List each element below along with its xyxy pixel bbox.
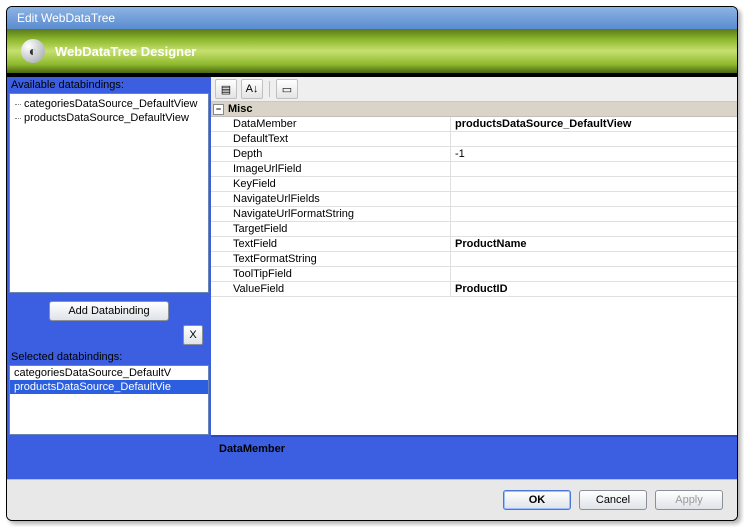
property-name: Depth <box>211 147 451 161</box>
property-pages-icon[interactable]: ▭ <box>276 79 298 99</box>
collapse-icon[interactable]: − <box>213 104 224 115</box>
property-value[interactable] <box>451 207 737 221</box>
left-panel: Available databindings: categoriesDataSo… <box>7 77 211 479</box>
dialog-button-bar: OK Cancel Apply <box>7 479 737 520</box>
property-name: ValueField <box>211 282 451 296</box>
property-name: NavigateUrlFormatString <box>211 207 451 221</box>
property-value[interactable]: ProductID <box>451 282 737 296</box>
property-value[interactable]: -1 <box>451 147 737 161</box>
property-value[interactable] <box>451 267 737 281</box>
alphabetical-icon[interactable]: A↓ <box>241 79 263 99</box>
property-row[interactable]: TextFieldProductName <box>211 237 737 252</box>
ok-button[interactable]: OK <box>503 490 571 510</box>
selected-item[interactable]: categoriesDataSource_DefaultV <box>10 366 208 380</box>
property-grid[interactable]: − Misc DataMemberproductsDataSource_Defa… <box>211 102 737 435</box>
property-name: NavigateUrlFields <box>211 192 451 206</box>
remove-databinding-button[interactable]: X <box>183 325 203 345</box>
property-row[interactable]: TargetField <box>211 222 737 237</box>
property-name: TextFormatString <box>211 252 451 266</box>
property-row[interactable]: NavigateUrlFields <box>211 192 737 207</box>
designer-icon: ◐ <box>21 39 45 63</box>
property-value[interactable]: ProductName <box>451 237 737 251</box>
property-value[interactable] <box>451 192 737 206</box>
property-row[interactable]: ValueFieldProductID <box>211 282 737 297</box>
dialog-window: Edit WebDataTree ◐ WebDataTree Designer … <box>6 6 738 521</box>
categorized-icon[interactable]: ▤ <box>215 79 237 99</box>
main-area: Available databindings: categoriesDataSo… <box>7 75 737 479</box>
property-name: DataMember <box>211 117 451 131</box>
property-value[interactable] <box>451 222 737 236</box>
description-box: DataMember <box>211 435 737 479</box>
available-listbox[interactable]: categoriesDataSource_DefaultView product… <box>9 93 209 293</box>
grid-empty-space <box>211 297 737 435</box>
designer-header: ◐ WebDataTree Designer <box>7 29 737 75</box>
property-name: TargetField <box>211 222 451 236</box>
property-name: DefaultText <box>211 132 451 146</box>
titlebar-text: Edit WebDataTree <box>17 11 115 25</box>
property-row[interactable]: ToolTipField <box>211 267 737 282</box>
available-item[interactable]: categoriesDataSource_DefaultView <box>10 97 208 111</box>
property-value[interactable] <box>451 177 737 191</box>
category-row[interactable]: − Misc <box>211 102 737 117</box>
property-name: ImageUrlField <box>211 162 451 176</box>
property-name: TextField <box>211 237 451 251</box>
property-row[interactable]: KeyField <box>211 177 737 192</box>
property-value[interactable] <box>451 252 737 266</box>
property-name: ToolTipField <box>211 267 451 281</box>
property-row[interactable]: ImageUrlField <box>211 162 737 177</box>
toolbar-divider <box>269 81 270 97</box>
cancel-button[interactable]: Cancel <box>579 490 647 510</box>
selected-listbox[interactable]: categoriesDataSource_DefaultV productsDa… <box>9 365 209 435</box>
property-value[interactable] <box>451 132 737 146</box>
property-row[interactable]: NavigateUrlFormatString <box>211 207 737 222</box>
apply-button[interactable]: Apply <box>655 490 723 510</box>
property-row[interactable]: DefaultText <box>211 132 737 147</box>
propgrid-toolbar: ▤ A↓ ▭ <box>211 77 737 102</box>
property-row[interactable]: DataMemberproductsDataSource_DefaultView <box>211 117 737 132</box>
category-label: Misc <box>228 103 252 115</box>
property-row[interactable]: TextFormatString <box>211 252 737 267</box>
titlebar[interactable]: Edit WebDataTree <box>7 7 737 29</box>
property-value[interactable] <box>451 162 737 176</box>
add-databinding-button[interactable]: Add Databinding <box>49 301 168 321</box>
available-item[interactable]: productsDataSource_DefaultView <box>10 111 208 125</box>
selected-label: Selected databindings: <box>7 349 211 365</box>
selected-item[interactable]: productsDataSource_DefaultVie <box>10 380 208 394</box>
property-name: KeyField <box>211 177 451 191</box>
description-title: DataMember <box>219 443 285 455</box>
available-label: Available databindings: <box>7 77 211 93</box>
designer-title: WebDataTree Designer <box>55 44 196 59</box>
property-row[interactable]: Depth-1 <box>211 147 737 162</box>
property-value[interactable]: productsDataSource_DefaultView <box>451 117 737 131</box>
property-panel: ▤ A↓ ▭ − Misc DataMemberproductsDataSour… <box>211 77 737 479</box>
